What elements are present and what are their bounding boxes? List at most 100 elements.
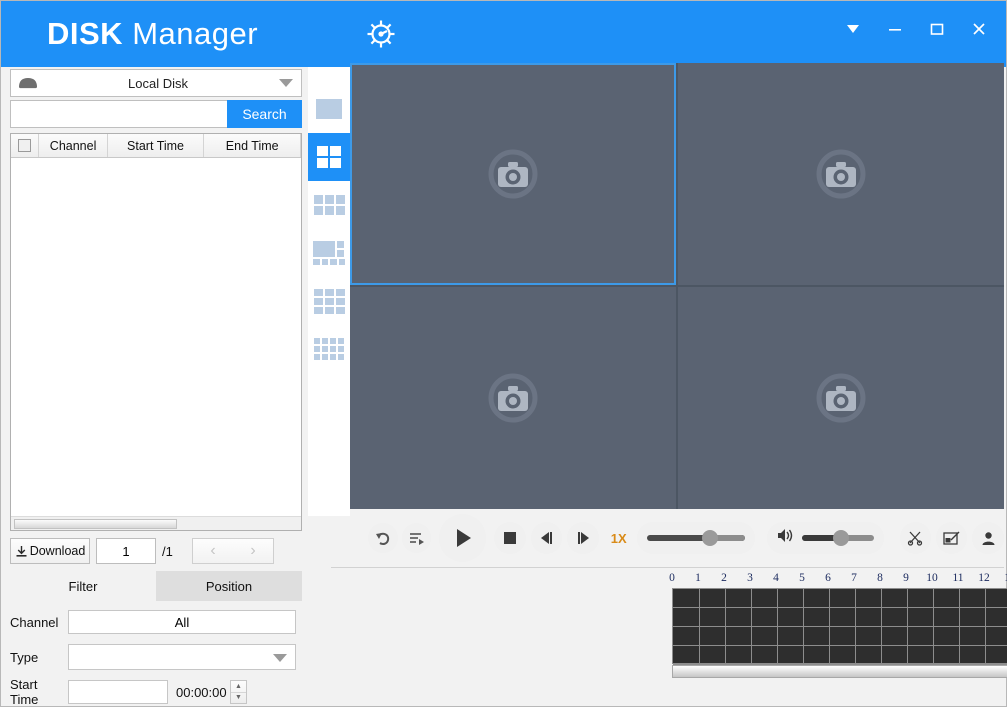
volume-control[interactable] xyxy=(767,522,883,554)
timeline-hour-divider xyxy=(803,589,804,663)
volume-icon[interactable] xyxy=(777,528,794,548)
maximize-button[interactable] xyxy=(924,16,950,42)
close-button[interactable] xyxy=(966,16,992,42)
speed-slider-knob[interactable] xyxy=(702,530,718,546)
layout-cell xyxy=(314,289,323,296)
undo-button[interactable] xyxy=(368,523,398,553)
video-pane-1[interactable] xyxy=(350,63,676,285)
timeline-track[interactable] xyxy=(673,589,1007,608)
dropdown-menu-button[interactable] xyxy=(840,16,866,42)
timeline-hour-divider xyxy=(751,589,752,663)
start-time-stepper[interactable]: ▲ ▼ xyxy=(230,680,247,704)
sidebar-tabs: Filter Position xyxy=(10,571,302,601)
timeline-hour-divider xyxy=(777,589,778,663)
layout-cell xyxy=(314,298,323,305)
layout-9-view[interactable] xyxy=(308,181,350,229)
title-bar: DISK Manager xyxy=(1,1,1006,67)
layout-cell xyxy=(317,146,328,156)
select-all-checkbox[interactable] xyxy=(18,139,31,152)
type-row: Type xyxy=(10,642,302,672)
next-page-button[interactable]: › xyxy=(233,539,273,563)
chevron-down-icon xyxy=(273,650,287,665)
layout-16-view[interactable] xyxy=(308,325,350,373)
channel-input[interactable] xyxy=(68,610,296,634)
play-button[interactable] xyxy=(439,514,486,562)
select-all-checkbox-cell[interactable] xyxy=(11,134,39,157)
channel-label: Channel xyxy=(10,615,68,630)
timeline-hour-label: 5 xyxy=(799,572,805,584)
tab-filter[interactable]: Filter xyxy=(10,571,156,601)
column-header-start-time[interactable]: Start Time xyxy=(108,134,205,157)
timeline-hour-label: 4 xyxy=(773,572,779,584)
search-row: Search xyxy=(10,100,302,128)
layout-cell xyxy=(336,289,345,296)
timeline-track[interactable] xyxy=(673,627,1007,646)
disk-source-select[interactable]: Local Disk xyxy=(10,69,302,97)
timeline-grid[interactable] xyxy=(672,588,1007,664)
layout-cell xyxy=(325,307,334,314)
stop-button[interactable] xyxy=(494,522,525,554)
video-grid xyxy=(350,63,1004,509)
layout-12-view[interactable] xyxy=(308,277,350,325)
timeline-hour-divider xyxy=(907,589,908,663)
table-horizontal-scrollbar[interactable] xyxy=(11,516,301,530)
gear-icon[interactable] xyxy=(365,18,397,50)
previous-page-button[interactable]: ‹ xyxy=(193,539,233,563)
layout-1-view[interactable] xyxy=(308,85,350,133)
video-pane-2[interactable] xyxy=(678,63,1004,285)
search-button[interactable]: Search xyxy=(227,100,302,128)
page-number-input[interactable] xyxy=(96,538,156,564)
page-title: DISK Manager xyxy=(47,16,258,52)
table-scroll-thumb[interactable] xyxy=(14,519,177,529)
layout-cell xyxy=(314,338,320,344)
start-time-step-down[interactable]: ▼ xyxy=(231,692,246,704)
layout-cell xyxy=(337,241,344,248)
start-time-row: Start Time 00:00:00 ▲ ▼ xyxy=(10,677,302,707)
person-button[interactable] xyxy=(972,522,1003,554)
start-time-step-up[interactable]: ▲ xyxy=(231,681,246,692)
table-header-row: Channel Start Time End Time xyxy=(11,134,301,158)
play-icon xyxy=(452,527,474,549)
timeline-hour-label: 12 xyxy=(978,572,990,584)
next-frame-button[interactable] xyxy=(567,522,598,554)
download-button[interactable]: Download xyxy=(10,538,90,564)
timeline-hour-divider xyxy=(881,589,882,663)
video-pane-3[interactable] xyxy=(350,287,676,509)
minimize-button[interactable] xyxy=(882,16,908,42)
previous-frame-button[interactable] xyxy=(531,522,562,554)
tab-position[interactable]: Position xyxy=(156,571,302,601)
playlist-button[interactable] xyxy=(402,523,432,553)
video-pane-4[interactable] xyxy=(678,287,1004,509)
layout-cell xyxy=(325,195,334,204)
layout-cell xyxy=(325,206,334,215)
search-input[interactable] xyxy=(10,100,227,128)
no-camera-icon xyxy=(485,146,541,202)
column-header-end-time[interactable]: End Time xyxy=(204,134,301,157)
playback-toolbar: 1X xyxy=(350,512,1004,564)
column-header-channel[interactable]: Channel xyxy=(39,134,107,157)
layout-4-view[interactable] xyxy=(308,133,350,181)
volume-slider-knob[interactable] xyxy=(833,530,849,546)
speed-slider[interactable] xyxy=(637,522,755,554)
download-button-label: Download xyxy=(30,544,86,558)
clip-button[interactable] xyxy=(900,522,931,554)
snapshot-button[interactable] xyxy=(936,522,967,554)
timeline-hour-divider xyxy=(959,589,960,663)
timeline-hour-divider xyxy=(985,589,986,663)
step-backward-icon xyxy=(539,531,554,545)
timeline-track[interactable] xyxy=(673,608,1007,627)
layout-cell xyxy=(336,195,345,204)
window-controls xyxy=(840,1,992,57)
layout-6-view[interactable] xyxy=(308,229,350,277)
start-date-input[interactable] xyxy=(68,680,168,704)
filter-form: Channel Type Start Time 00:00:00 ▲ ▼ xyxy=(10,607,302,707)
timeline-hour-divider xyxy=(829,589,830,663)
type-select[interactable] xyxy=(68,644,296,670)
layout-cell xyxy=(314,307,323,314)
type-label: Type xyxy=(10,650,68,665)
timeline-track[interactable] xyxy=(673,646,1007,665)
timeline-horizontal-scrollbar[interactable] xyxy=(672,665,1007,678)
person-icon xyxy=(981,531,996,546)
layout-cell xyxy=(317,158,328,168)
timeline-hour-label: 9 xyxy=(903,572,909,584)
